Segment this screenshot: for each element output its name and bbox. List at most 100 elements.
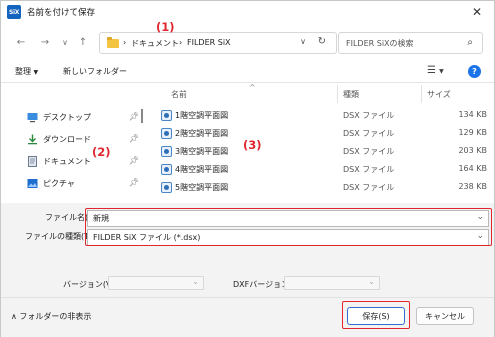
command-bar: 整理 ▼ 新しいフォルダー ☰ ▼ ?: [1, 61, 494, 83]
up-button[interactable]: ↑: [75, 34, 91, 50]
dsx-file-icon: [161, 164, 172, 175]
title-bar: SiX 名前を付けて保存 ✕: [1, 1, 494, 23]
caret-down-icon: ▼: [33, 69, 39, 76]
desktop-icon: [27, 113, 38, 123]
pin-icon[interactable]: 📌︎: [129, 112, 139, 121]
file-size: 129 KB: [458, 128, 487, 137]
pin-icon[interactable]: 📌︎: [129, 178, 139, 187]
sidebar-item-pictures[interactable]: ピクチャ 📌︎: [23, 177, 141, 191]
organize-button[interactable]: 整理 ▼: [15, 66, 38, 77]
download-icon: [28, 134, 37, 145]
search-input[interactable]: FILDER SiXの検索 ⌕: [338, 32, 483, 54]
dsx-file-icon: [161, 110, 172, 121]
view-options-icon[interactable]: ☰ ▼: [427, 65, 444, 76]
file-name: 1階空調平面図: [175, 111, 229, 120]
navigation-bar: ← → ∨ ↑ › ドキュメント › FILDER SiX ∨ ↻ FILDER…: [1, 25, 494, 59]
column-divider[interactable]: [337, 85, 338, 103]
new-folder-button[interactable]: 新しいフォルダー: [63, 66, 127, 77]
back-arrow-icon: ←: [16, 36, 26, 48]
file-size: 134 KB: [458, 110, 487, 119]
file-row[interactable]: 4階空調平面図 DSX ファイル 164 KB: [153, 161, 487, 178]
address-dropdown-icon[interactable]: ∨: [300, 37, 306, 46]
file-row[interactable]: 2階空調平面図 DSX ファイル 129 KB: [153, 125, 487, 142]
file-type: DSX ファイル: [343, 129, 395, 138]
sidebar-item-desktop[interactable]: デスクトップ 📌︎: [23, 111, 141, 125]
search-placeholder: FILDER SiXの検索: [346, 39, 414, 48]
pin-icon[interactable]: 📌︎: [129, 134, 139, 143]
column-header-size[interactable]: サイズ: [427, 89, 451, 100]
dsx-file-icon: [161, 146, 172, 157]
navigation-pane: デスクトップ 📌︎ ダウンロード 📌︎ ドキュメント 📌︎ ピクチャ 📌︎: [1, 85, 149, 203]
hide-folders-toggle[interactable]: ∧ フォルダーの非表示: [11, 311, 91, 322]
bottom-bar: ∧ フォルダーの非表示 保存(S) キャンセル: [1, 297, 494, 337]
window-title: 名前を付けて保存: [27, 8, 96, 18]
sidebar-item-label: デスクトップ: [43, 113, 91, 122]
file-row[interactable]: 1階空調平面図 DSX ファイル 134 KB: [153, 107, 487, 124]
sort-ascending-icon: ^: [249, 83, 256, 92]
annotation-highlight-save: [342, 301, 410, 329]
sidebar-item-downloads[interactable]: ダウンロード 📌︎: [23, 133, 141, 147]
sidebar-item-label: ピクチャ: [43, 179, 75, 188]
sidebar-scrollbar[interactable]: [141, 109, 143, 123]
file-name: 4階空調平面図: [175, 165, 229, 174]
sidebar-item-documents[interactable]: ドキュメント 📌︎: [23, 155, 141, 169]
file-size: 238 KB: [458, 182, 487, 191]
address-bar[interactable]: › ドキュメント › FILDER SiX ∨ ↻: [99, 32, 337, 54]
file-type: DSX ファイル: [343, 165, 395, 174]
recent-dropdown-button[interactable]: ∨: [57, 34, 73, 50]
file-name: 3階空調平面図: [175, 147, 229, 156]
chevron-down-icon: ⌄: [368, 277, 375, 286]
file-type: DSX ファイル: [343, 147, 395, 156]
close-button[interactable]: ✕: [466, 3, 488, 21]
pin-icon[interactable]: 📌︎: [129, 156, 139, 165]
app-icon-text: SiX: [8, 8, 20, 16]
search-icon[interactable]: ⌕: [467, 37, 473, 48]
forward-arrow-icon: →: [40, 36, 50, 48]
app-icon: SiX: [7, 5, 21, 19]
chevron-down-icon: ∨: [62, 37, 68, 47]
column-header-type[interactable]: 種類: [343, 89, 359, 100]
annotation-label-1: (1): [156, 20, 175, 34]
document-icon: [28, 156, 37, 167]
breadcrumb-chevron-icon: ›: [123, 38, 127, 47]
annotation-label-3: (3): [243, 138, 262, 152]
breadcrumb-item[interactable]: ドキュメント: [131, 38, 179, 49]
help-icon[interactable]: ?: [468, 65, 481, 78]
breadcrumb-item[interactable]: FILDER SiX: [187, 38, 231, 47]
annotation-label-2: (2): [92, 145, 111, 159]
close-icon: ✕: [471, 5, 483, 19]
file-list: ^ 名前 種類 サイズ 1階空調平面図 DSX ファイル 134 KB 2階空調…: [153, 83, 493, 203]
file-row[interactable]: 3階空調平面図 DSX ファイル 203 KB: [153, 143, 487, 160]
sidebar-item-label: ドキュメント: [43, 157, 91, 166]
chevron-up-icon: ∧: [11, 312, 17, 321]
file-name: 5階空調平面図: [175, 183, 229, 192]
back-button[interactable]: ←: [13, 34, 29, 50]
breadcrumb-chevron-icon: ›: [179, 38, 183, 47]
dsx-file-icon: [161, 182, 172, 193]
version-select[interactable]: ⌄: [108, 276, 204, 290]
up-arrow-icon: ↑: [78, 36, 88, 48]
chevron-down-icon: ⌄: [192, 277, 199, 286]
file-size: 164 KB: [458, 164, 487, 173]
file-type: DSX ファイル: [343, 111, 395, 120]
file-name: 2階空調平面図: [175, 129, 229, 138]
column-divider[interactable]: [421, 85, 422, 103]
cancel-button[interactable]: キャンセル: [416, 307, 474, 325]
dxf-version-label: DXFバージョン:: [233, 280, 292, 289]
version-panel: バージョン(V): ⌄ DXFバージョン: ⌄: [1, 249, 494, 297]
forward-button[interactable]: →: [37, 34, 53, 50]
refresh-icon[interactable]: ↻: [318, 36, 326, 47]
sidebar-item-label: ダウンロード: [43, 135, 91, 144]
picture-icon: [27, 179, 38, 188]
save-as-dialog: SiX 名前を付けて保存 ✕ ← → ∨ ↑ › ドキュメント › FILDER…: [0, 0, 495, 337]
file-size: 203 KB: [458, 146, 487, 155]
organize-label: 整理: [15, 67, 31, 76]
dxf-version-select[interactable]: ⌄: [284, 276, 380, 290]
folder-icon: [107, 37, 119, 48]
file-row[interactable]: 5階空調平面図 DSX ファイル 238 KB: [153, 179, 487, 196]
file-type: DSX ファイル: [343, 183, 395, 192]
hide-folders-label: フォルダーの非表示: [19, 312, 92, 321]
dsx-file-icon: [161, 128, 172, 139]
column-header-name[interactable]: 名前: [171, 89, 187, 100]
annotation-highlight-fields: [85, 208, 492, 246]
